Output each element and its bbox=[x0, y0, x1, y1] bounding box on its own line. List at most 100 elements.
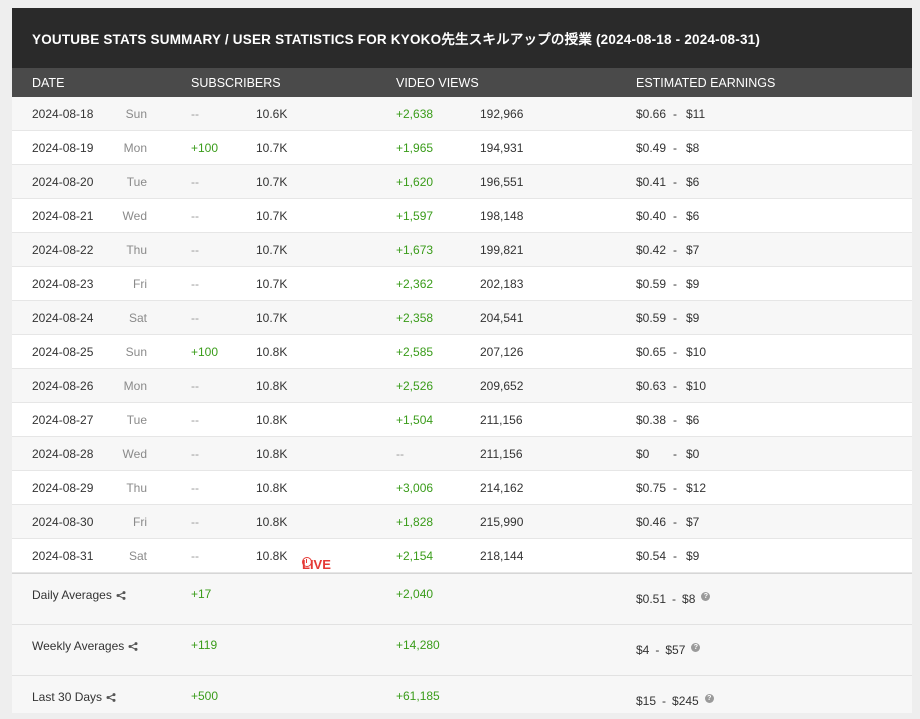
row-earnings-separator: - bbox=[673, 209, 677, 223]
summary-earnings: $4- $57? bbox=[636, 643, 701, 657]
row-date: 2024-08-18 bbox=[32, 107, 94, 121]
row-subscriber-change: -- bbox=[191, 515, 199, 529]
row-earnings-high: $7 bbox=[686, 243, 700, 257]
table-row: 2024-08-21 Wed -- 10.7K +1,597 198,148 $0.40- $… bbox=[12, 199, 912, 233]
row-date: 2024-08-31 bbox=[32, 549, 94, 563]
share-icon[interactable] bbox=[128, 642, 138, 652]
summary-rows: Daily Averages +17 +2,040 $0.51- $8? Weekly A… bbox=[12, 573, 912, 713]
header-video-views: VIDEO VIEWS bbox=[396, 76, 479, 90]
row-subscribers: 10.7K bbox=[256, 243, 288, 257]
summary-earnings-separator: - bbox=[662, 694, 667, 708]
row-day: Sat bbox=[128, 549, 147, 563]
row-subscribers: 10.7K bbox=[256, 141, 288, 155]
row-views: 209,652 bbox=[480, 379, 524, 393]
row-date: 2024-08-19 bbox=[32, 141, 94, 155]
row-date: 2024-08-21 bbox=[32, 209, 94, 223]
summary-row: Weekly Averages +119 +14,280 $4- $57? bbox=[12, 625, 912, 676]
row-date: 2024-08-27 bbox=[32, 413, 94, 427]
row-day: Wed bbox=[122, 447, 147, 461]
row-earnings-separator: - bbox=[673, 277, 677, 291]
row-subscribers: 10.8K bbox=[256, 481, 288, 495]
help-icon[interactable]: ? bbox=[691, 643, 701, 652]
summary-label-wrap: Weekly Averages bbox=[32, 639, 138, 653]
row-earnings-low: $0.54 bbox=[636, 549, 667, 563]
row-date: 2024-08-30 bbox=[32, 515, 94, 529]
table-row: 2024-08-19 Mon +100 10.7K +1,965 194,931 $0.49… bbox=[12, 131, 912, 165]
row-earnings-high: $9 bbox=[686, 311, 700, 325]
summary-views: +14,280 bbox=[396, 638, 440, 652]
summary-earnings-low: $15 bbox=[636, 694, 657, 708]
row-view-change: +1,965 bbox=[396, 141, 434, 155]
row-views: 204,541 bbox=[480, 311, 524, 325]
row-view-change: +1,673 bbox=[396, 243, 434, 257]
row-views: 211,156 bbox=[480, 447, 523, 461]
row-subscriber-change: -- bbox=[191, 175, 199, 189]
row-date: 2024-08-22 bbox=[32, 243, 94, 257]
share-icon[interactable] bbox=[116, 591, 126, 601]
row-earnings-low: $0.42 bbox=[636, 243, 667, 257]
header-date: DATE bbox=[32, 76, 65, 90]
row-subscriber-change: -- bbox=[191, 107, 199, 121]
table-row: 2024-08-24 Sat -- 10.7K +2,358 204,541 $0.59- $… bbox=[12, 301, 912, 335]
row-subscribers: 10.8K bbox=[256, 549, 288, 563]
row-subscriber-change: -- bbox=[191, 277, 199, 291]
share-icon[interactable] bbox=[106, 693, 116, 703]
row-earnings-high: $6 bbox=[686, 175, 700, 189]
row-view-change: +2,638 bbox=[396, 107, 434, 121]
row-subscribers: 10.7K bbox=[256, 209, 288, 223]
summary-earnings: $15- $245? bbox=[636, 694, 714, 708]
row-date: 2024-08-23 bbox=[32, 277, 94, 291]
row-views: 214,162 bbox=[480, 481, 524, 495]
row-earnings-separator: - bbox=[673, 447, 677, 461]
row-earnings-low: $0.41 bbox=[636, 175, 667, 189]
summary-earnings-high: $245 bbox=[672, 694, 699, 708]
row-earnings-separator: - bbox=[673, 175, 677, 189]
table-row: 2024-08-27 Tue -- 10.8K +1,504 211,156 $0.38- $… bbox=[12, 403, 912, 437]
row-view-change: +1,620 bbox=[396, 175, 434, 189]
summary-subscribers: +17 bbox=[191, 587, 212, 601]
summary-label-wrap: Daily Averages bbox=[32, 588, 126, 602]
summary-label: Weekly Averages bbox=[32, 639, 125, 653]
row-earnings-high: $6 bbox=[686, 413, 700, 427]
row-earnings-separator: - bbox=[673, 107, 677, 121]
help-icon[interactable]: ? bbox=[704, 694, 714, 703]
summary-subscribers: +119 bbox=[191, 638, 218, 652]
summary-views: +2,040 bbox=[396, 587, 434, 601]
header-estimated-earnings: ESTIMATED EARNINGS bbox=[636, 76, 776, 90]
row-subscribers: 10.8K bbox=[256, 413, 288, 427]
summary-subscribers: +500 bbox=[191, 689, 219, 703]
row-day: Sat bbox=[128, 311, 147, 325]
summary-row: Daily Averages +17 +2,040 $0.51- $8? bbox=[12, 573, 912, 625]
row-subscriber-change: -- bbox=[191, 379, 199, 393]
row-earnings-separator: - bbox=[673, 311, 677, 325]
help-icon[interactable]: ? bbox=[701, 592, 711, 601]
row-subscriber-change: -- bbox=[191, 447, 199, 461]
table-header: DATE SUBSCRIBERS VIDEO VIEWS ESTIMATED E… bbox=[12, 68, 912, 97]
row-earnings-high: $7 bbox=[686, 515, 700, 529]
row-day: Sun bbox=[125, 345, 147, 359]
row-view-change: +2,526 bbox=[396, 379, 434, 393]
summary-label-wrap: Last 30 Days bbox=[32, 690, 116, 704]
row-earnings-high: $9 bbox=[686, 277, 700, 291]
summary-row: Last 30 Days +500 +61,185 $15- $245? bbox=[12, 676, 912, 713]
summary-label: Last 30 Days bbox=[32, 690, 103, 704]
summary-earnings-low: $4 bbox=[636, 643, 650, 657]
row-date: 2024-08-25 bbox=[32, 345, 94, 359]
summary-earnings: $0.51- $8? bbox=[636, 592, 711, 606]
row-day: Sun bbox=[125, 107, 147, 121]
row-date: 2024-08-28 bbox=[32, 447, 94, 461]
row-subscribers: 10.7K bbox=[256, 277, 288, 291]
row-day: Mon bbox=[123, 379, 147, 393]
row-earnings-separator: - bbox=[673, 481, 677, 495]
daily-rows: 2024-08-18 Sun -- 10.6K +2,638 192,966 $0.66- $… bbox=[12, 97, 912, 573]
summary-views: +61,185 bbox=[396, 689, 440, 703]
row-earnings-low: $0.66 bbox=[636, 107, 667, 121]
row-view-change: -- bbox=[396, 447, 404, 461]
row-earnings-separator: - bbox=[673, 243, 677, 257]
row-subscribers: 10.8K bbox=[256, 515, 288, 529]
row-earnings-high: $12 bbox=[686, 481, 707, 495]
row-view-change: +2,362 bbox=[396, 277, 434, 291]
row-earnings-low: $0.75 bbox=[636, 481, 667, 495]
row-day: Thu bbox=[126, 243, 147, 257]
row-subscriber-change: +100 bbox=[191, 345, 219, 359]
